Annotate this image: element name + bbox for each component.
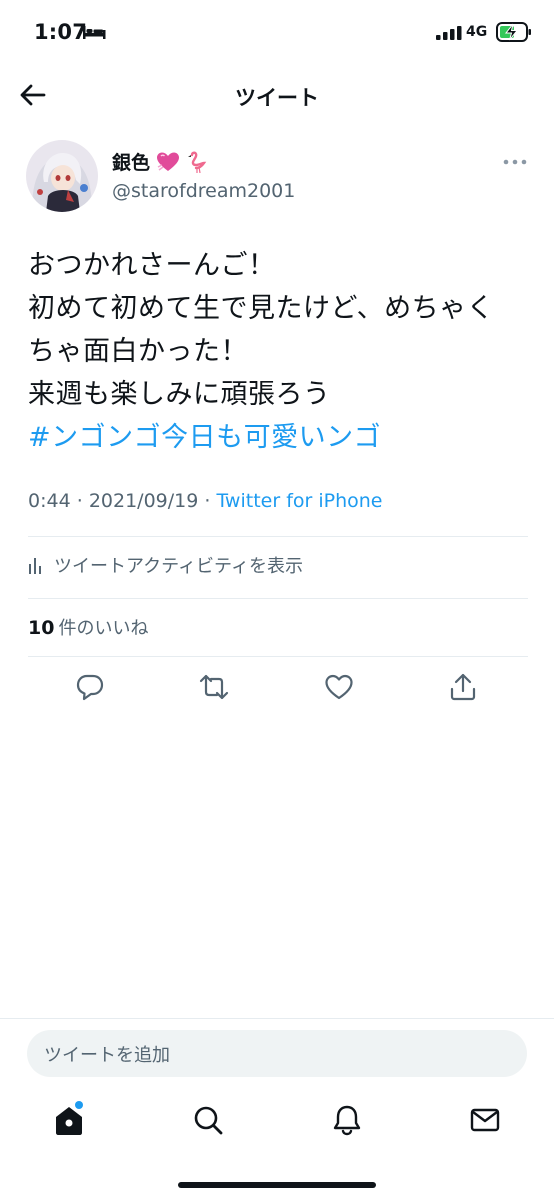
reply-input[interactable]: ツイートを追加 (27, 1030, 527, 1077)
home-notification-dot (75, 1101, 83, 1109)
compose-divider (0, 1018, 554, 1019)
share-icon[interactable] (448, 672, 478, 702)
tweet-line: 初めて初めて生で見たけど、めちゃく (28, 293, 495, 324)
like-icon[interactable] (324, 672, 354, 702)
divider (28, 656, 528, 657)
status-time: 1:07 (34, 20, 88, 44)
search-icon[interactable] (192, 1104, 224, 1136)
hashtag-link[interactable]: #ンゴンゴ今日も可愛いンゴ (28, 416, 528, 459)
tweet-activity-link[interactable]: ツイートアクティビティを表示 (28, 550, 303, 580)
likes-count: 10 (28, 617, 55, 639)
tweet-source-link[interactable]: Twitter for iPhone (216, 490, 382, 512)
reply-icon[interactable] (75, 672, 105, 702)
more-options-icon[interactable] (500, 152, 530, 172)
avatar[interactable] (26, 140, 98, 212)
network-label: 4G (466, 24, 488, 40)
signal-icon (436, 26, 462, 40)
status-bar: 1:07 4G (0, 0, 554, 66)
tweet-line: ちゃ面白かった！ (28, 336, 248, 367)
tweet-line: 来週も楽しみに頑張ろう (28, 379, 331, 410)
bed-icon (83, 26, 106, 39)
reply-placeholder: ツイートを追加 (44, 1044, 170, 1066)
display-name-text: 銀色 (112, 152, 151, 174)
likes-row[interactable]: 10 件のいいね (28, 614, 148, 640)
likes-label: 件のいいね (58, 618, 149, 639)
divider (28, 598, 528, 599)
author-display-name[interactable]: 銀色 (112, 148, 210, 175)
flamingo-emoji (188, 151, 207, 173)
notifications-icon[interactable] (331, 1104, 363, 1136)
messages-icon[interactable] (469, 1104, 501, 1136)
nav-header: ツイート (0, 66, 554, 126)
home-indicator (178, 1182, 376, 1188)
page-title: ツイート (235, 86, 319, 110)
battery-charging-icon (496, 22, 531, 42)
analytics-icon (29, 558, 41, 574)
meta-separator: · (76, 490, 83, 512)
author-handle[interactable]: @starofdream2001 (112, 180, 295, 202)
divider (28, 536, 528, 537)
meta-separator: · (204, 490, 211, 512)
retweet-icon[interactable] (199, 672, 229, 702)
tweet-meta: 0:44 · 2021/09/19 · Twitter for iPhone (28, 490, 383, 512)
tweet-date: 2021/09/19 (88, 490, 199, 512)
activity-label: ツイートアクティビティを表示 (54, 556, 303, 577)
heart-emoji (157, 152, 180, 171)
tweet-text: おつかれさーんご！ 初めて初めて生で見たけど、めちゃく ちゃ面白かった！ 来週も… (28, 244, 528, 459)
tweet-line: おつかれさーんご！ (28, 250, 276, 281)
tweet-time: 0:44 (28, 490, 71, 512)
